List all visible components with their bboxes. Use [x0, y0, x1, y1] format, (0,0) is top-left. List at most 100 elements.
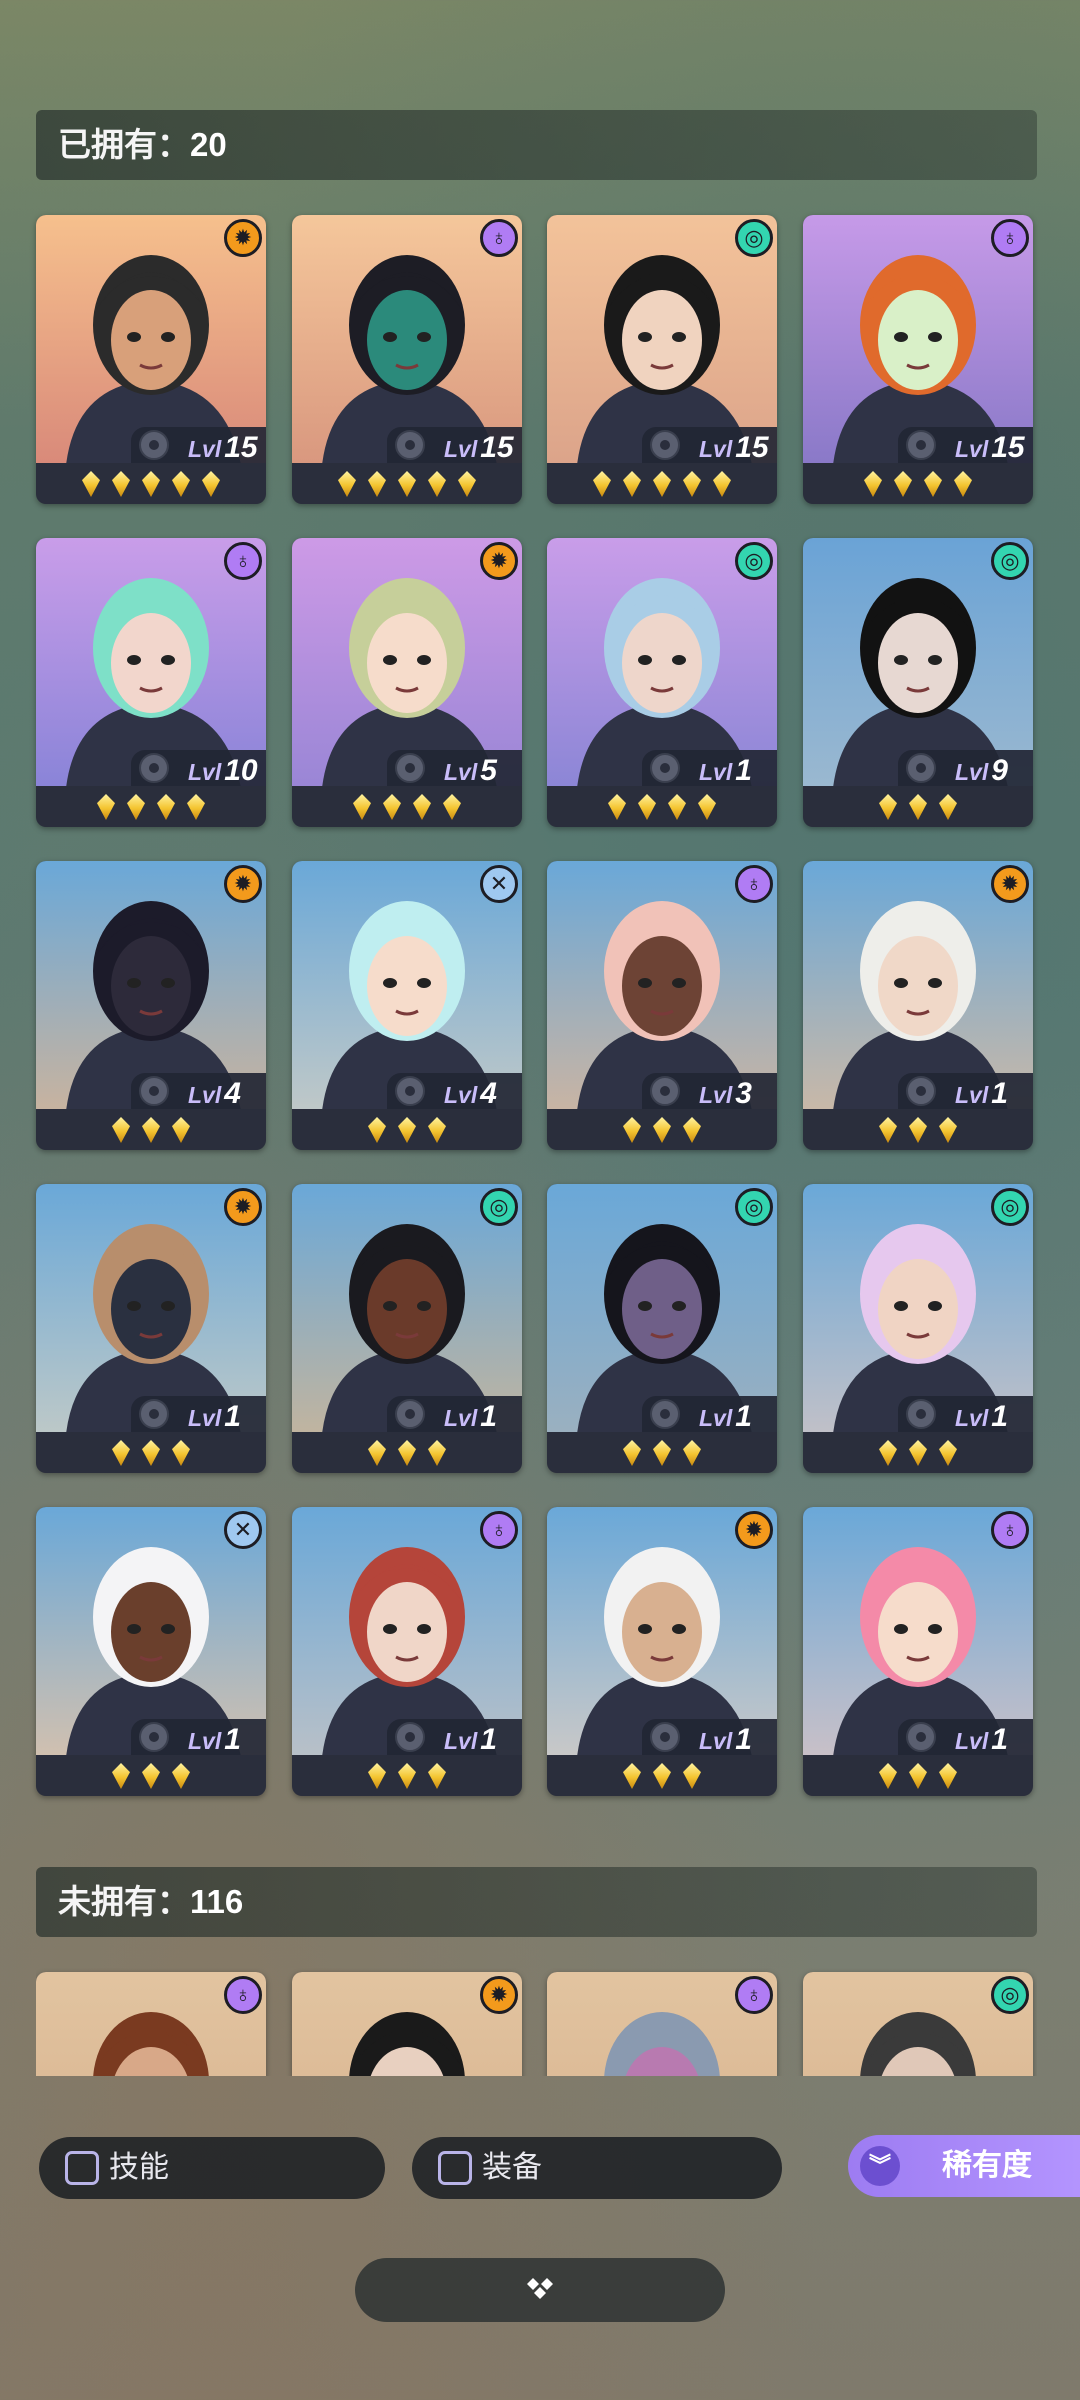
swirl-class-icon: ◎: [735, 1188, 773, 1226]
gear-slot-icon: [906, 753, 936, 783]
star-rating: [292, 1758, 522, 1796]
level-prefix: Lvl: [955, 1405, 989, 1431]
hero-card[interactable]: ✕ Lvl 4: [292, 861, 522, 1150]
hero-card[interactable]: ◎ Lvl 1: [547, 1184, 777, 1473]
star-rating: [803, 1758, 1033, 1796]
star-rating: [36, 466, 266, 504]
gold-gem-icon: [638, 794, 656, 820]
hero-card[interactable]: ♁ Lvl 15: [292, 215, 522, 504]
gold-gem-icon: [894, 471, 912, 497]
hero-card[interactable]: ✹: [292, 1972, 522, 2076]
gold-gem-icon: [413, 794, 431, 820]
level-value: 15: [991, 431, 1025, 464]
gold-gem-icon: [623, 1440, 641, 1466]
hero-level: Lvl 1: [444, 1400, 497, 1434]
hero-card[interactable]: ◎: [803, 1972, 1033, 2076]
gold-gem-icon: [368, 1117, 386, 1143]
mask-class-icon: ♁: [991, 219, 1029, 257]
hero-card[interactable]: ◎ Lvl 15: [547, 215, 777, 504]
rarity-label: 稀有度: [942, 2149, 1032, 2182]
hero-level: Lvl 1: [955, 1723, 1008, 1757]
rarity-sort-button[interactable]: ︾ 稀有度: [848, 2135, 1080, 2197]
gear-slot-icon: [650, 1076, 680, 1106]
hero-card[interactable]: ♁: [36, 1972, 266, 2076]
hero-level: Lvl 1: [955, 1077, 1008, 1111]
owned-label: 已拥有：: [58, 126, 190, 163]
gold-gem-icon: [683, 471, 701, 497]
hero-card[interactable]: ♁ Lvl 10: [36, 538, 266, 827]
gear-slot-icon: [139, 1076, 169, 1106]
sun-class-icon: ✹: [224, 219, 262, 257]
mask-class-icon: ♁: [480, 1511, 518, 1549]
hero-level: Lvl 1: [188, 1723, 241, 1757]
equipment-checkbox[interactable]: [438, 2151, 472, 2185]
level-prefix: Lvl: [955, 1728, 989, 1754]
level-prefix: Lvl: [188, 1728, 222, 1754]
hero-card[interactable]: ♁: [547, 1972, 777, 2076]
hero-card[interactable]: ♁ Lvl 1: [292, 1507, 522, 1796]
hero-card[interactable]: ✹ Lvl 1: [547, 1507, 777, 1796]
star-rating: [547, 789, 777, 827]
level-prefix: Lvl: [188, 1082, 222, 1108]
level-value: 1: [991, 1077, 1008, 1110]
hero-card[interactable]: ◎ Lvl 1: [292, 1184, 522, 1473]
equipment-filter-label: 装备: [482, 2151, 542, 2184]
hero-card[interactable]: ✹ Lvl 5: [292, 538, 522, 827]
level-prefix: Lvl: [188, 436, 222, 462]
hero-card[interactable]: ♁ Lvl 3: [547, 861, 777, 1150]
hero-card[interactable]: ✹ Lvl 1: [803, 861, 1033, 1150]
hero-card[interactable]: ✹ Lvl 4: [36, 861, 266, 1150]
level-prefix: Lvl: [444, 1405, 478, 1431]
hero-card[interactable]: ◎ Lvl 1: [547, 538, 777, 827]
level-prefix: Lvl: [699, 436, 733, 462]
mask-class-icon: ♁: [735, 865, 773, 903]
gear-slot-icon: [906, 1076, 936, 1106]
hero-level: Lvl 9: [955, 754, 1008, 788]
skill-checkbox[interactable]: [65, 2151, 99, 2185]
level-value: 1: [991, 1400, 1008, 1433]
owned-hero-grid: ✹ Lvl 15 ♁ Lvl 15 ◎ Lvl 15 ♁ Lvl 15 ♁ Lv…: [36, 215, 1037, 1796]
hero-card[interactable]: ✕ Lvl 1: [36, 1507, 266, 1796]
level-prefix: Lvl: [188, 759, 222, 785]
star-rating: [547, 1758, 777, 1796]
mask-class-icon: ♁: [224, 1976, 262, 2014]
level-value: 10: [224, 754, 258, 787]
gear-slot-icon: [395, 753, 425, 783]
gold-gem-icon: [157, 794, 175, 820]
hero-level: Lvl 3: [699, 1077, 752, 1111]
gold-gem-icon: [172, 1117, 190, 1143]
gold-gem-icon: [879, 794, 897, 820]
swirl-class-icon: ◎: [991, 1188, 1029, 1226]
hero-card[interactable]: ◎ Lvl 9: [803, 538, 1033, 827]
level-prefix: Lvl: [444, 1082, 478, 1108]
hero-level: Lvl 15: [188, 431, 258, 465]
star-rating: [36, 789, 266, 827]
hero-card[interactable]: ♁ Lvl 1: [803, 1507, 1033, 1796]
gold-gem-icon: [172, 1763, 190, 1789]
star-rating: [803, 789, 1033, 827]
gold-gem-icon: [97, 794, 115, 820]
unowned-hero-grid: ♁ ✹ ♁ ◎: [36, 1968, 1037, 2076]
equipment-filter[interactable]: 装备: [412, 2137, 782, 2199]
level-value: 1: [991, 1723, 1008, 1756]
double-chevron-down-icon: ︾: [860, 2146, 900, 2186]
hero-card[interactable]: ✹ Lvl 1: [36, 1184, 266, 1473]
diamonds-icon: [527, 2278, 553, 2299]
gold-gem-icon: [909, 1440, 927, 1466]
gold-gem-icon: [939, 1440, 957, 1466]
hero-card[interactable]: ◎ Lvl 1: [803, 1184, 1033, 1473]
expand-button[interactable]: [355, 2258, 725, 2322]
skill-filter-label: 技能: [109, 2151, 169, 2184]
skill-filter[interactable]: 技能: [39, 2137, 385, 2199]
gear-slot-icon: [395, 1722, 425, 1752]
hero-card[interactable]: ✹ Lvl 15: [36, 215, 266, 504]
level-value: 1: [224, 1400, 241, 1433]
gold-gem-icon: [879, 1763, 897, 1789]
hero-level: Lvl 1: [699, 1400, 752, 1434]
level-value: 1: [480, 1400, 497, 1433]
hero-card[interactable]: ♁ Lvl 15: [803, 215, 1033, 504]
gold-gem-icon: [112, 471, 130, 497]
gold-gem-icon: [187, 794, 205, 820]
mask-class-icon: ♁: [735, 1976, 773, 2014]
level-prefix: Lvl: [444, 759, 478, 785]
